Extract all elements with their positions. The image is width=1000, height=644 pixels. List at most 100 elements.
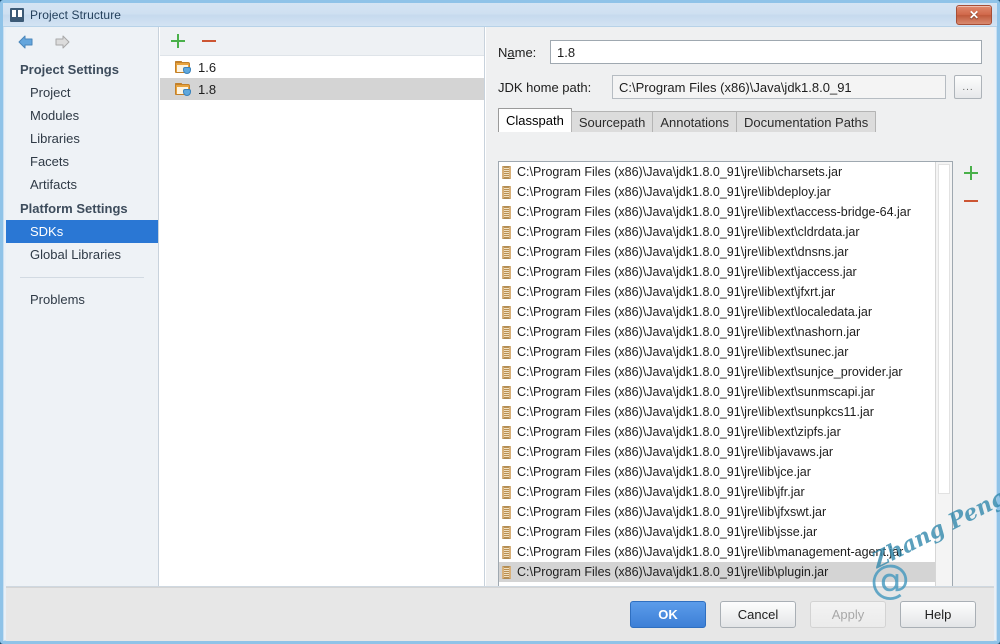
- sdk-list-toolbar: [160, 27, 484, 56]
- ok-button[interactable]: OK: [630, 601, 706, 628]
- classpath-actions: [958, 165, 984, 209]
- sidebar-item-modules[interactable]: Modules: [6, 104, 158, 127]
- classpath-row[interactable]: C:\Program Files (x86)\Java\jdk1.8.0_91\…: [499, 162, 937, 182]
- jar-icon: [502, 345, 511, 359]
- classpath-entry-label: C:\Program Files (x86)\Java\jdk1.8.0_91\…: [517, 505, 827, 519]
- classpath-row[interactable]: C:\Program Files (x86)\Java\jdk1.8.0_91\…: [499, 202, 937, 222]
- nav-group-title-project-settings: Project Settings: [20, 62, 119, 77]
- classpath-row[interactable]: C:\Program Files (x86)\Java\jdk1.8.0_91\…: [499, 322, 937, 342]
- classpath-row[interactable]: C:\Program Files (x86)\Java\jdk1.8.0_91\…: [499, 462, 937, 482]
- jar-icon: [502, 205, 511, 219]
- sidebar-item-project[interactable]: Project: [6, 81, 158, 104]
- project-structure-dialog: Project Structure ✕ Project Settings Pro…: [0, 0, 1000, 644]
- classpath-row[interactable]: C:\Program Files (x86)\Java\jdk1.8.0_91\…: [499, 562, 937, 582]
- name-field-row: Name: 1.8: [486, 35, 994, 69]
- classpath-row[interactable]: C:\Program Files (x86)\Java\jdk1.8.0_91\…: [499, 522, 937, 542]
- classpath-entry-label: C:\Program Files (x86)\Java\jdk1.8.0_91\…: [517, 245, 849, 259]
- classpath-row[interactable]: C:\Program Files (x86)\Java\jdk1.8.0_91\…: [499, 382, 937, 402]
- settings-sidebar: Project Settings Project Modules Librari…: [6, 27, 159, 586]
- jdk-home-path-input[interactable]: C:\Program Files (x86)\Java\jdk1.8.0_91: [612, 75, 946, 99]
- jar-icon: [502, 385, 511, 399]
- apply-button: Apply: [810, 601, 886, 628]
- tab-classpath[interactable]: Classpath: [498, 108, 572, 132]
- classpath-entry-label: C:\Program Files (x86)\Java\jdk1.8.0_91\…: [517, 205, 911, 219]
- jar-icon: [502, 245, 511, 259]
- sidebar-item-sdks[interactable]: SDKs: [6, 220, 158, 243]
- jdk-home-path-row: JDK home path: C:\Program Files (x86)\Ja…: [486, 72, 994, 102]
- classpath-entry-label: C:\Program Files (x86)\Java\jdk1.8.0_91\…: [517, 565, 829, 579]
- title-bar: Project Structure ✕: [3, 3, 997, 27]
- jar-icon: [502, 485, 511, 499]
- detail-tabs: Classpath Sourcepath Annotations Documen…: [498, 108, 994, 132]
- minus-icon[interactable]: [963, 193, 979, 209]
- sidebar-item-artifacts[interactable]: Artifacts: [6, 173, 158, 196]
- project-structure-icon: [10, 7, 24, 22]
- classpath-entry-label: C:\Program Files (x86)\Java\jdk1.8.0_91\…: [517, 285, 836, 299]
- scrollbar-thumb[interactable]: [938, 164, 950, 494]
- dialog-body: Project Settings Project Modules Librari…: [6, 27, 994, 587]
- classpath-scrollbar[interactable]: [935, 162, 952, 586]
- tab-documentation-paths[interactable]: Documentation Paths: [735, 111, 877, 132]
- sdk-folder-icon: [175, 60, 191, 74]
- jar-icon: [502, 505, 511, 519]
- minus-icon[interactable]: [201, 33, 217, 49]
- sdk-item-label: 1.8: [198, 81, 217, 97]
- classpath-entry-label: C:\Program Files (x86)\Java\jdk1.8.0_91\…: [517, 385, 875, 399]
- classpath-row[interactable]: C:\Program Files (x86)\Java\jdk1.8.0_91\…: [499, 282, 937, 302]
- classpath-entry-label: C:\Program Files (x86)\Java\jdk1.8.0_91\…: [517, 545, 904, 559]
- classpath-row[interactable]: C:\Program Files (x86)\Java\jdk1.8.0_91\…: [499, 182, 937, 202]
- name-input-value: 1.8: [557, 44, 576, 60]
- classpath-row[interactable]: C:\Program Files (x86)\Java\jdk1.8.0_91\…: [499, 222, 937, 242]
- classpath-entry-label: C:\Program Files (x86)\Java\jdk1.8.0_91\…: [517, 305, 873, 319]
- cancel-button[interactable]: Cancel: [720, 601, 796, 628]
- arrow-forward-icon: [52, 34, 72, 50]
- browse-button[interactable]: ...: [954, 75, 982, 99]
- jar-icon: [502, 265, 511, 279]
- jar-icon: [502, 565, 511, 579]
- tab-sourcepath[interactable]: Sourcepath: [570, 111, 654, 132]
- tab-annotations[interactable]: Annotations: [652, 111, 737, 132]
- plus-icon[interactable]: [170, 33, 186, 49]
- dialog-button-bar: OK Cancel Apply Help: [6, 587, 994, 641]
- classpath-row[interactable]: C:\Program Files (x86)\Java\jdk1.8.0_91\…: [499, 542, 937, 562]
- jar-icon: [502, 425, 511, 439]
- close-button[interactable]: ✕: [956, 5, 992, 25]
- classpath-entry-label: C:\Program Files (x86)\Java\jdk1.8.0_91\…: [517, 265, 857, 279]
- jar-icon: [502, 465, 511, 479]
- name-input[interactable]: 1.8: [550, 40, 982, 64]
- arrow-back-icon[interactable]: [16, 34, 36, 50]
- jar-icon: [502, 545, 511, 559]
- classpath-row[interactable]: C:\Program Files (x86)\Java\jdk1.8.0_91\…: [499, 302, 937, 322]
- classpath-entry-label: C:\Program Files (x86)\Java\jdk1.8.0_91\…: [517, 325, 861, 339]
- classpath-row[interactable]: C:\Program Files (x86)\Java\jdk1.8.0_91\…: [499, 362, 937, 382]
- classpath-row[interactable]: C:\Program Files (x86)\Java\jdk1.8.0_91\…: [499, 402, 937, 422]
- classpath-row[interactable]: C:\Program Files (x86)\Java\jdk1.8.0_91\…: [499, 442, 937, 462]
- sidebar-item-libraries[interactable]: Libraries: [6, 127, 158, 150]
- sidebar-item-global-libraries[interactable]: Global Libraries: [6, 243, 158, 266]
- classpath-entry-label: C:\Program Files (x86)\Java\jdk1.8.0_91\…: [517, 365, 903, 379]
- sidebar-divider: [20, 277, 144, 278]
- sidebar-item-problems[interactable]: Problems: [6, 288, 158, 311]
- sdk-item-label: 1.6: [198, 59, 217, 75]
- classpath-list[interactable]: C:\Program Files (x86)\Java\jdk1.8.0_91\…: [499, 162, 937, 586]
- classpath-entry-label: C:\Program Files (x86)\Java\jdk1.8.0_91\…: [517, 465, 811, 479]
- nav-history-toolbar: [6, 27, 158, 57]
- sidebar-item-facets[interactable]: Facets: [6, 150, 158, 173]
- classpath-row[interactable]: C:\Program Files (x86)\Java\jdk1.8.0_91\…: [499, 502, 937, 522]
- classpath-entry-label: C:\Program Files (x86)\Java\jdk1.8.0_91\…: [517, 425, 841, 439]
- plus-icon[interactable]: [963, 165, 979, 181]
- classpath-entry-label: C:\Program Files (x86)\Java\jdk1.8.0_91\…: [517, 345, 849, 359]
- classpath-entry-label: C:\Program Files (x86)\Java\jdk1.8.0_91\…: [517, 525, 818, 539]
- classpath-row[interactable]: C:\Program Files (x86)\Java\jdk1.8.0_91\…: [499, 422, 937, 442]
- classpath-row[interactable]: C:\Program Files (x86)\Java\jdk1.8.0_91\…: [499, 482, 937, 502]
- help-button[interactable]: Help: [900, 601, 976, 628]
- list-item[interactable]: 1.6: [160, 56, 484, 78]
- jar-icon: [502, 305, 511, 319]
- jar-icon: [502, 165, 511, 179]
- classpath-row[interactable]: C:\Program Files (x86)\Java\jdk1.8.0_91\…: [499, 242, 937, 262]
- classpath-row[interactable]: C:\Program Files (x86)\Java\jdk1.8.0_91\…: [499, 342, 937, 362]
- classpath-row[interactable]: C:\Program Files (x86)\Java\jdk1.8.0_91\…: [499, 262, 937, 282]
- jar-icon: [502, 405, 511, 419]
- list-item[interactable]: 1.8: [160, 78, 484, 100]
- classpath-list-container: C:\Program Files (x86)\Java\jdk1.8.0_91\…: [498, 161, 953, 586]
